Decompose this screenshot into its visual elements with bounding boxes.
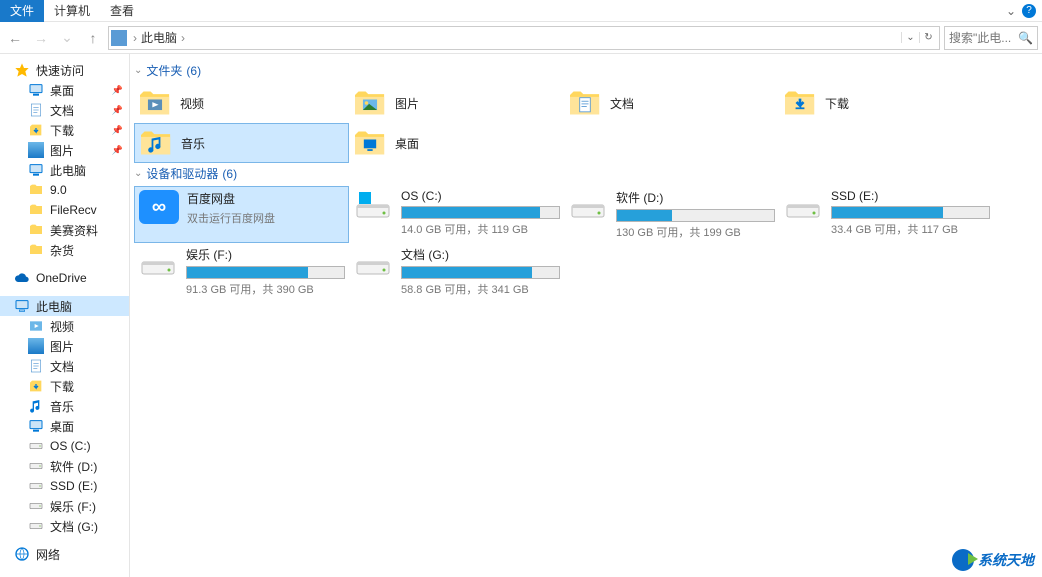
sidebar-item[interactable]: FileRecv bbox=[0, 200, 129, 220]
nav-back-button[interactable]: ← bbox=[4, 30, 26, 46]
sidebar-item[interactable]: 娱乐 (F:) bbox=[0, 496, 129, 516]
drive-item[interactable]: 软件 (D:)130 GB 可用，共 199 GB bbox=[564, 186, 779, 243]
sidebar-this-pc[interactable]: 此电脑 bbox=[0, 296, 129, 316]
ribbon-chevron-icon[interactable]: ⌄ bbox=[1006, 4, 1016, 18]
sidebar-item[interactable]: 视频 bbox=[0, 316, 129, 336]
storage-bar bbox=[186, 266, 345, 279]
nav-recent-chevron-icon[interactable]: ⌄ bbox=[56, 29, 78, 46]
baidu-icon: ∞ bbox=[139, 190, 179, 224]
chevron-down-icon: ⌄ bbox=[134, 65, 142, 76]
sidebar-item[interactable]: 此电脑 bbox=[0, 160, 129, 180]
drive-item[interactable]: SSD (E:)33.4 GB 可用，共 117 GB bbox=[779, 186, 994, 243]
sidebar-quick-access[interactable]: 快速访问 bbox=[0, 60, 129, 80]
sidebar-item[interactable]: 文档 bbox=[0, 356, 129, 376]
folder-item[interactable]: 音乐 bbox=[134, 123, 349, 163]
group-header-folders[interactable]: ⌄ 文件夹 (6) bbox=[134, 60, 1042, 83]
drive-item[interactable]: OS (C:)14.0 GB 可用，共 119 GB bbox=[349, 186, 564, 243]
pin-icon: 📌 bbox=[112, 145, 123, 156]
network-icon bbox=[14, 546, 30, 562]
address-dropdown-icon[interactable]: ⌄ bbox=[901, 32, 919, 43]
sidebar-item[interactable]: 下载📌 bbox=[0, 120, 129, 140]
refresh-icon[interactable]: ↻ bbox=[919, 32, 937, 43]
storage-bar bbox=[616, 209, 775, 222]
folder-item[interactable]: 文档 bbox=[564, 83, 779, 123]
globe-icon bbox=[952, 549, 974, 571]
help-icon[interactable]: ? bbox=[1022, 4, 1036, 18]
sidebar-item[interactable]: 软件 (D:) bbox=[0, 456, 129, 476]
sidebar-item[interactable]: 文档 (G:) bbox=[0, 516, 129, 536]
folder-item[interactable]: 视频 bbox=[134, 83, 349, 123]
menu-file[interactable]: 文件 bbox=[0, 0, 44, 22]
pin-icon: 📌 bbox=[112, 85, 123, 96]
folder-item[interactable]: 桌面 bbox=[349, 123, 564, 163]
drive-item[interactable]: 娱乐 (F:)91.3 GB 可用，共 390 GB bbox=[134, 243, 349, 300]
cloud-icon bbox=[14, 270, 30, 286]
menu-bar: 文件 计算机 查看 ⌄ ? bbox=[0, 0, 1042, 22]
group-header-devices[interactable]: ⌄ 设备和驱动器 (6) bbox=[134, 163, 1042, 186]
folder-item[interactable]: 下载 bbox=[779, 83, 994, 123]
search-placeholder: 搜索"此电... bbox=[949, 29, 1011, 46]
this-pc-icon bbox=[111, 30, 127, 46]
nav-up-button[interactable]: ↑ bbox=[82, 30, 104, 46]
address-bar[interactable]: › 此电脑 › ⌄ ↻ bbox=[108, 26, 940, 50]
sidebar-network[interactable]: 网络 bbox=[0, 544, 129, 564]
content-pane: ⌄ 文件夹 (6) 视频图片文档下载音乐桌面 ⌄ 设备和驱动器 (6) ∞百度网… bbox=[130, 54, 1042, 577]
sidebar-item[interactable]: 图片 bbox=[0, 336, 129, 356]
menu-view[interactable]: 查看 bbox=[100, 0, 144, 22]
folder-item[interactable]: 图片 bbox=[349, 83, 564, 123]
storage-bar bbox=[401, 206, 560, 219]
breadcrumb-sep-icon[interactable]: › bbox=[177, 31, 189, 45]
chevron-down-icon: ⌄ bbox=[134, 168, 142, 179]
sidebar-item[interactable]: 下载 bbox=[0, 376, 129, 396]
sidebar-item[interactable]: 音乐 bbox=[0, 396, 129, 416]
sidebar-item[interactable]: 9.0 bbox=[0, 180, 129, 200]
search-input[interactable]: 搜索"此电... 🔍 bbox=[944, 26, 1038, 50]
breadcrumb-sep-icon[interactable]: › bbox=[129, 31, 141, 45]
sidebar-item[interactable]: 杂货 bbox=[0, 240, 129, 260]
star-icon bbox=[14, 62, 30, 78]
monitor-icon bbox=[14, 298, 30, 314]
storage-bar bbox=[401, 266, 560, 279]
sidebar-item[interactable]: 图片📌 bbox=[0, 140, 129, 160]
sidebar-item[interactable]: 美赛资料 bbox=[0, 220, 129, 240]
watermark-logo: 系统天地 bbox=[952, 549, 1034, 571]
menu-computer[interactable]: 计算机 bbox=[44, 0, 100, 22]
sidebar-item[interactable]: SSD (E:) bbox=[0, 476, 129, 496]
baidu-drive-item[interactable]: ∞百度网盘双击运行百度网盘 bbox=[134, 186, 349, 243]
navigation-sidebar: 快速访问 桌面📌文档📌下载📌图片📌 此电脑9.0FileRecv美赛资料杂货 O… bbox=[0, 54, 130, 577]
sidebar-onedrive[interactable]: OneDrive bbox=[0, 268, 129, 288]
nav-forward-button[interactable]: → bbox=[30, 30, 52, 46]
storage-bar bbox=[831, 206, 990, 219]
search-icon: 🔍 bbox=[1018, 31, 1033, 45]
sidebar-item[interactable]: 文档📌 bbox=[0, 100, 129, 120]
sidebar-item[interactable]: OS (C:) bbox=[0, 436, 129, 456]
drive-item[interactable]: 文档 (G:)58.8 GB 可用，共 341 GB bbox=[349, 243, 564, 300]
sidebar-item[interactable]: 桌面 bbox=[0, 416, 129, 436]
pin-icon: 📌 bbox=[112, 125, 123, 136]
breadcrumb-this-pc[interactable]: 此电脑 bbox=[141, 29, 177, 46]
pin-icon: 📌 bbox=[112, 105, 123, 116]
navigation-bar: ← → ⌄ ↑ › 此电脑 › ⌄ ↻ 搜索"此电... 🔍 bbox=[0, 22, 1042, 54]
sidebar-item[interactable]: 桌面📌 bbox=[0, 80, 129, 100]
